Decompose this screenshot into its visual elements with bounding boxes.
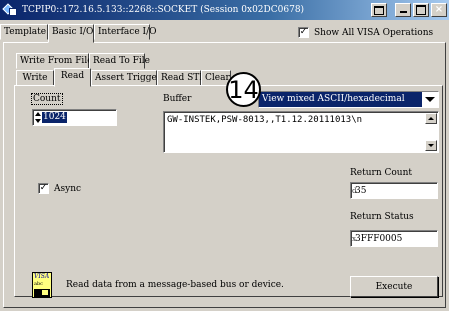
restore-session-icon[interactable] bbox=[371, 3, 387, 17]
visa-interactive-window: TCPIP0::172.16.5.133::2268::SOCKET (Sess… bbox=[0, 0, 449, 311]
minimize-button[interactable] bbox=[395, 3, 411, 17]
maximize-button[interactable] bbox=[413, 3, 429, 17]
tab-assert-trigger[interactable]: Assert Trigger bbox=[91, 70, 161, 86]
tab-basic-io[interactable]: Basic I/O bbox=[48, 24, 94, 43]
count-spinner-icon[interactable] bbox=[35, 112, 41, 123]
buffer-content: GW-INSTEK,PSW-8013,,T1.12.20111013\n bbox=[167, 115, 363, 125]
buffer-scrollbar[interactable] bbox=[425, 113, 437, 151]
show-all-checkbox[interactable]: ✓ bbox=[298, 27, 309, 38]
return-status-value: 3FFF0005 bbox=[355, 234, 403, 244]
return-count-value: 35 bbox=[355, 186, 367, 196]
tab-read-stb[interactable]: Read STB bbox=[157, 70, 206, 86]
tab-read-to-file[interactable]: Read To File bbox=[89, 53, 150, 69]
scroll-up-icon[interactable] bbox=[425, 113, 437, 124]
tab-read[interactable]: Read bbox=[54, 68, 91, 87]
visa-read-icon: VISA abc bbox=[32, 272, 52, 298]
show-all-label: Show All VISA Operations bbox=[314, 27, 434, 38]
callout-marker: 14 bbox=[226, 72, 261, 107]
buffer-view-mode-select[interactable]: View mixed ASCII/hexadecimal bbox=[258, 91, 439, 108]
nivisa-app-icon bbox=[2, 3, 18, 17]
return-status-field: x 3FFF0005 bbox=[350, 230, 438, 247]
return-count-label: Return Count bbox=[350, 168, 412, 178]
title-bar[interactable]: TCPIP0::172.16.5.133::2268::SOCKET (Sess… bbox=[0, 0, 449, 20]
tab-write[interactable]: Write bbox=[16, 70, 54, 86]
async-checkbox[interactable]: ✓ bbox=[38, 183, 49, 194]
tab-interface-io[interactable]: Interface I/O bbox=[94, 24, 157, 40]
tab-write-from-file[interactable]: Write From File bbox=[16, 53, 93, 69]
close-button[interactable]: × bbox=[431, 3, 447, 17]
buffer-view-mode-value: View mixed ASCII/hexadecimal bbox=[262, 94, 405, 104]
window-title: TCPIP0::172.16.5.133::2268::SOCKET (Sess… bbox=[22, 5, 305, 15]
buffer-output[interactable]: GW-INSTEK,PSW-8013,,T1.12.20111013\n bbox=[163, 111, 439, 153]
buffer-label: Buffer bbox=[163, 94, 192, 104]
tab-template[interactable]: Template bbox=[0, 24, 48, 40]
show-all-visa-operations[interactable]: ✓ Show All VISA Operations bbox=[298, 27, 433, 38]
async-label: Async bbox=[54, 183, 82, 194]
scroll-down-icon[interactable] bbox=[425, 140, 437, 151]
count-label: Count bbox=[31, 93, 63, 105]
async-option[interactable]: ✓ Async bbox=[38, 183, 81, 194]
count-value: 1024 bbox=[42, 112, 67, 123]
operation-description: Read data from a message-based bus or de… bbox=[66, 280, 284, 290]
return-count-field: d 35 bbox=[350, 182, 438, 199]
return-status-label: Return Status bbox=[350, 212, 414, 222]
chevron-down-icon bbox=[425, 97, 435, 102]
count-input[interactable]: 1024 bbox=[32, 109, 117, 126]
execute-button[interactable]: Execute bbox=[350, 276, 438, 297]
